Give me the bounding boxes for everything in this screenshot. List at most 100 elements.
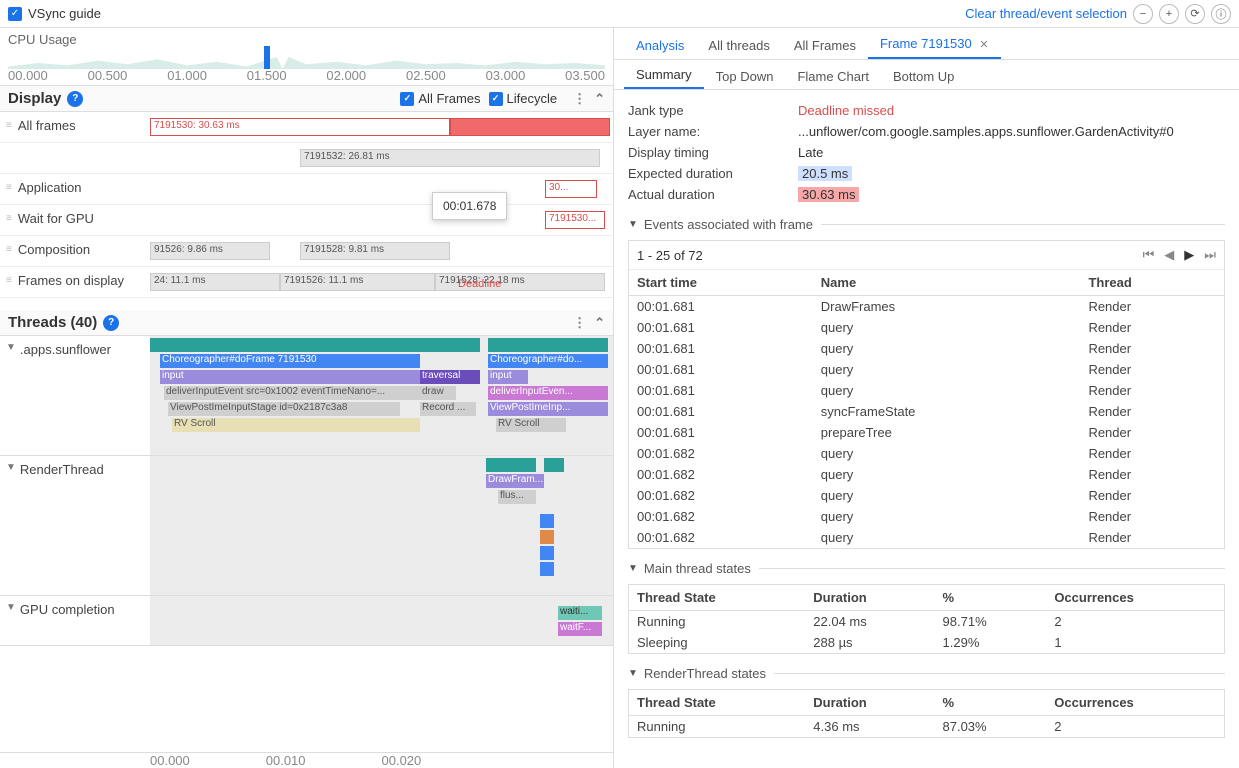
- chevron-down-icon[interactable]: ▼: [628, 563, 638, 574]
- trace-event[interactable]: RV Scroll: [172, 418, 420, 432]
- frame-segment[interactable]: 7191528: 9.81 ms: [300, 242, 450, 260]
- table-row[interactable]: 00:01.681prepareTreeRender: [629, 422, 1224, 443]
- column-header[interactable]: Thread State: [629, 585, 805, 611]
- table-row[interactable]: 00:01.681queryRender: [629, 359, 1224, 380]
- trace-event[interactable]: [540, 546, 554, 560]
- trace-event[interactable]: DrawFram...: [486, 474, 544, 488]
- help-icon[interactable]: ?: [67, 91, 83, 107]
- reset-zoom-icon[interactable]: ⟳: [1185, 4, 1205, 24]
- help-icon[interactable]: ?: [103, 315, 119, 331]
- events-table[interactable]: Start timeNameThread00:01.681DrawFramesR…: [629, 270, 1224, 548]
- table-row[interactable]: 00:01.682queryRender: [629, 464, 1224, 485]
- trace-event[interactable]: [540, 530, 554, 544]
- tab-all-threads[interactable]: All threads: [696, 32, 781, 59]
- trace-event[interactable]: [488, 338, 608, 352]
- zoom-out-icon[interactable]: −: [1133, 4, 1153, 24]
- collapse-icon[interactable]: ⌃: [594, 315, 605, 331]
- tab-frame[interactable]: Frame 7191530 ✕: [868, 30, 1001, 59]
- table-row[interactable]: 00:01.681queryRender: [629, 317, 1224, 338]
- cpu-usage-minimap[interactable]: CPU Usage 00.00000.50001.00001.50002.000…: [0, 28, 613, 86]
- trace-event[interactable]: Choreographer#do...: [488, 354, 608, 368]
- timeline-cursor[interactable]: [264, 46, 270, 69]
- column-header[interactable]: Occurrences: [1046, 690, 1224, 716]
- drag-handle-icon[interactable]: ≡: [6, 213, 12, 224]
- trace-event[interactable]: waitF...: [558, 622, 602, 636]
- chevron-down-icon[interactable]: ▼: [628, 219, 638, 230]
- table-row[interactable]: 00:01.681syncFrameStateRender: [629, 401, 1224, 422]
- chevron-down-icon[interactable]: ▼: [6, 342, 16, 353]
- drag-handle-icon[interactable]: ≡: [6, 182, 12, 193]
- frame-segment[interactable]: 24: 11.1 ms: [150, 273, 280, 291]
- table-row[interactable]: 00:01.682queryRender: [629, 527, 1224, 548]
- tab-analysis[interactable]: Analysis: [624, 32, 696, 59]
- chevron-down-icon[interactable]: ▼: [628, 668, 638, 679]
- trace-event[interactable]: [544, 458, 564, 472]
- frame-segment[interactable]: 30...: [545, 180, 597, 198]
- prev-page-icon[interactable]: ◀: [1164, 247, 1174, 263]
- table-row[interactable]: 00:01.682queryRender: [629, 485, 1224, 506]
- next-page-icon[interactable]: ▶: [1184, 247, 1194, 263]
- table-row[interactable]: 00:01.681queryRender: [629, 338, 1224, 359]
- vsync-checkbox[interactable]: ✓: [8, 7, 22, 21]
- column-header[interactable]: Duration: [805, 585, 934, 611]
- table-row[interactable]: 00:01.682queryRender: [629, 506, 1224, 527]
- all-frames-checkbox[interactable]: ✓: [400, 92, 414, 106]
- frame-segment[interactable]: 7191526: 11.1 ms: [280, 273, 435, 291]
- trace-event[interactable]: waiti...: [558, 606, 602, 620]
- column-header[interactable]: Start time: [629, 270, 813, 296]
- lifecycle-checkbox[interactable]: ✓: [489, 92, 503, 106]
- trace-event[interactable]: traversal: [420, 370, 480, 384]
- table-row[interactable]: 00:01.681DrawFramesRender: [629, 296, 1224, 318]
- trace-event[interactable]: [150, 338, 480, 352]
- zoom-in-icon[interactable]: +: [1159, 4, 1179, 24]
- drag-handle-icon[interactable]: ≡: [6, 120, 12, 131]
- column-header[interactable]: %: [935, 585, 1047, 611]
- trace-event[interactable]: deliverInputEvent src=0x1002 eventTimeNa…: [164, 386, 420, 400]
- clear-selection-link[interactable]: Clear thread/event selection: [965, 6, 1127, 21]
- last-page-icon[interactable]: ⏭: [1204, 247, 1216, 263]
- more-icon[interactable]: ⋮: [573, 91, 586, 107]
- trace-event[interactable]: deliverInputEven...: [488, 386, 608, 400]
- table-row[interactable]: Running22.04 ms98.71%2: [629, 611, 1224, 633]
- trace-event[interactable]: [540, 562, 554, 576]
- frame-segment[interactable]: 7191530...: [545, 211, 605, 229]
- frame-segment[interactable]: [450, 118, 610, 136]
- trace-event[interactable]: input: [160, 370, 420, 384]
- close-icon[interactable]: ✕: [979, 39, 988, 51]
- frame-segment[interactable]: 7191530: 30.63 ms: [150, 118, 450, 136]
- table-row[interactable]: 00:01.682queryRender: [629, 443, 1224, 464]
- table-row[interactable]: Running4.36 ms87.03%2: [629, 716, 1224, 738]
- trace-event[interactable]: Choreographer#doFrame 7191530: [160, 354, 420, 368]
- column-header[interactable]: Name: [813, 270, 1081, 296]
- collapse-icon[interactable]: ⌃: [594, 91, 605, 107]
- frame-segment[interactable]: 91526: 9.86 ms: [150, 242, 270, 260]
- trace-event[interactable]: ViewPostImeInp...: [488, 402, 608, 416]
- chevron-down-icon[interactable]: ▼: [6, 602, 16, 613]
- trace-event[interactable]: flus...: [498, 490, 536, 504]
- trace-event[interactable]: [486, 458, 536, 472]
- first-page-icon[interactable]: ⏮: [1143, 247, 1155, 263]
- info-icon[interactable]: ⓘ: [1211, 4, 1231, 24]
- trace-event[interactable]: input: [488, 370, 528, 384]
- more-icon[interactable]: ⋮: [573, 315, 586, 331]
- column-header[interactable]: Duration: [805, 690, 934, 716]
- drag-handle-icon[interactable]: ≡: [6, 275, 12, 286]
- column-header[interactable]: %: [935, 690, 1047, 716]
- subtab-bottomup[interactable]: Bottom Up: [881, 64, 966, 89]
- drag-handle-icon[interactable]: ≡: [6, 244, 12, 255]
- tab-all-frames[interactable]: All Frames: [782, 32, 868, 59]
- subtab-topdown[interactable]: Top Down: [704, 64, 786, 89]
- trace-event[interactable]: RV Scroll: [496, 418, 566, 432]
- frame-segment[interactable]: 7191532: 26.81 ms: [300, 149, 600, 167]
- column-header[interactable]: Thread: [1080, 270, 1224, 296]
- subtab-summary[interactable]: Summary: [624, 62, 704, 89]
- chevron-down-icon[interactable]: ▼: [6, 462, 16, 473]
- column-header[interactable]: Thread State: [629, 690, 805, 716]
- trace-event[interactable]: Record ...: [420, 402, 476, 416]
- trace-event[interactable]: draw: [420, 386, 456, 400]
- table-row[interactable]: Sleeping288 µs1.29%1: [629, 632, 1224, 653]
- table-row[interactable]: 00:01.681queryRender: [629, 380, 1224, 401]
- trace-event[interactable]: ViewPostImeInputStage id=0x2187c3a8: [168, 402, 400, 416]
- column-header[interactable]: Occurrences: [1046, 585, 1224, 611]
- subtab-flamechart[interactable]: Flame Chart: [785, 64, 881, 89]
